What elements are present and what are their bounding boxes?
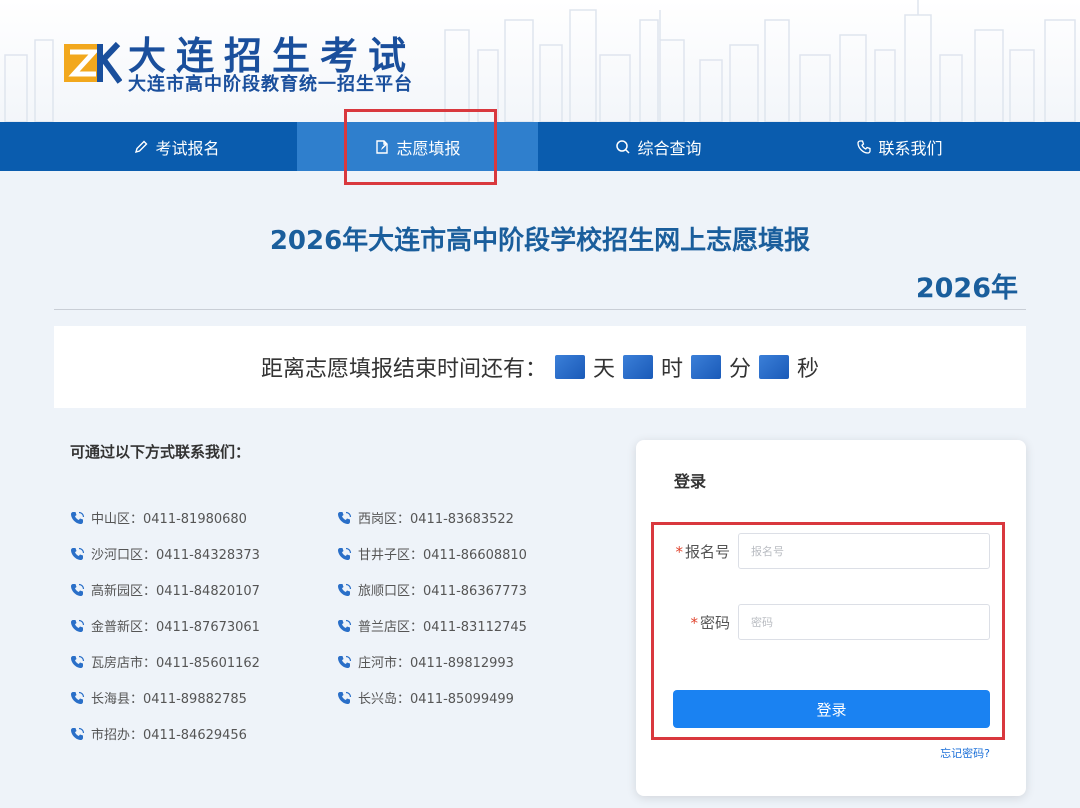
phone-icon: [71, 511, 85, 524]
login-heading: 登录: [674, 472, 707, 491]
contact-text: 金普新区：0411-87673061: [91, 620, 260, 635]
contact-item: 瓦房店市：0411-85601162: [70, 652, 260, 671]
phone-icon: [857, 139, 872, 154]
forgot-password-link[interactable]: 忘记密码?: [940, 745, 990, 761]
contact-text: 普兰店区：0411-83112745: [358, 620, 527, 635]
contact-item: 普兰店区：0411-83112745: [337, 616, 527, 635]
nav-item-exam-registration[interactable]: 考试报名: [56, 122, 297, 171]
countdown-day-unit: 天: [592, 357, 615, 382]
contact-text: 市招办：0411-84629456: [91, 728, 247, 743]
countdown-prefix: 距离志愿填报结束时间还有：: [260, 357, 547, 382]
phone-icon: [338, 655, 352, 668]
contact-text: 旅顺口区：0411-86367773: [358, 584, 527, 599]
contact-item: 沙河口区：0411-84328373: [70, 544, 260, 563]
contact-item: 高新园区：0411-84820107: [70, 580, 260, 599]
countdown-panel: 距离志愿填报结束时间还有： 天 时 分 秒: [54, 326, 1026, 408]
contact-text: 高新园区：0411-84820107: [91, 584, 260, 599]
contact-text: 瓦房店市：0411-85601162: [91, 656, 260, 671]
contact-item: 中山区：0411-81980680: [70, 508, 247, 527]
contact-text: 庄河市：0411-89812993: [358, 656, 514, 671]
contact-item: 庄河市：0411-89812993: [337, 652, 514, 671]
phone-icon: [71, 547, 85, 560]
site-logo: [64, 41, 122, 84]
countdown-second-unit: 秒: [797, 357, 820, 382]
contact-heading: 可通过以下方式联系我们：: [70, 443, 251, 461]
phone-icon: [338, 619, 352, 632]
nav-item-label: 考试报名: [155, 138, 220, 158]
page-title: 2026年大连市高中阶段学校招生网上志愿填报: [269, 226, 811, 256]
main-nav: 考试报名 志愿填报 综合查询 联系我们: [0, 122, 1080, 171]
contact-text: 沙河口区：0411-84328373: [91, 548, 260, 563]
contact-item: 长兴岛：0411-85099499: [337, 688, 514, 707]
countdown-minutes-value: [691, 355, 721, 379]
phone-icon: [338, 583, 352, 596]
contact-item: 金普新区：0411-87673061: [70, 616, 260, 635]
nav-highlight-box: [344, 109, 497, 185]
login-form-highlight-box: [651, 522, 1005, 740]
contact-text: 甘井子区：0411-86608810: [358, 548, 527, 563]
site-title: 大连招生考试: [128, 34, 417, 78]
phone-icon: [338, 547, 352, 560]
pencil-icon: [135, 140, 148, 153]
contact-item: 旅顺口区：0411-86367773: [337, 580, 527, 599]
search-icon: [616, 139, 631, 154]
nav-item-label: 联系我们: [878, 138, 943, 158]
countdown-minute-unit: 分: [729, 357, 752, 382]
phone-icon: [71, 655, 85, 668]
year-label: 2026年: [915, 273, 1018, 304]
contact-text: 长海县：0411-89882785: [91, 692, 247, 707]
nav-item-contact[interactable]: 联系我们: [779, 122, 1020, 171]
contact-text: 长兴岛：0411-85099499: [358, 692, 514, 707]
countdown-hours-value: [622, 355, 653, 379]
countdown-days-value: [554, 355, 585, 379]
phone-icon: [71, 727, 85, 740]
contact-text: 中山区：0411-81980680: [91, 512, 247, 527]
site-header: 大连招生考试 大连市高中阶段教育统一招生平台: [0, 0, 1080, 122]
nav-item-label: 综合查询: [637, 138, 702, 158]
phone-icon: [71, 583, 85, 596]
countdown-seconds-value: [759, 355, 790, 379]
phone-icon: [338, 511, 352, 524]
site-subtitle: 大连市高中阶段教育统一招生平台: [128, 74, 413, 95]
contact-item: 甘井子区：0411-86608810: [337, 544, 527, 563]
contact-item: 市招办：0411-84629456: [70, 724, 247, 743]
contact-item: 长海县：0411-89882785: [70, 688, 247, 707]
phone-icon: [71, 619, 85, 632]
countdown-hour-unit: 时: [660, 357, 683, 382]
title-divider: [54, 309, 1026, 310]
phone-icon: [338, 691, 352, 704]
phone-icon: [71, 691, 85, 704]
contact-text: 西岗区：0411-83683522: [358, 512, 514, 527]
contact-item: 西岗区：0411-83683522: [337, 508, 514, 527]
nav-item-query[interactable]: 综合查询: [538, 122, 779, 171]
